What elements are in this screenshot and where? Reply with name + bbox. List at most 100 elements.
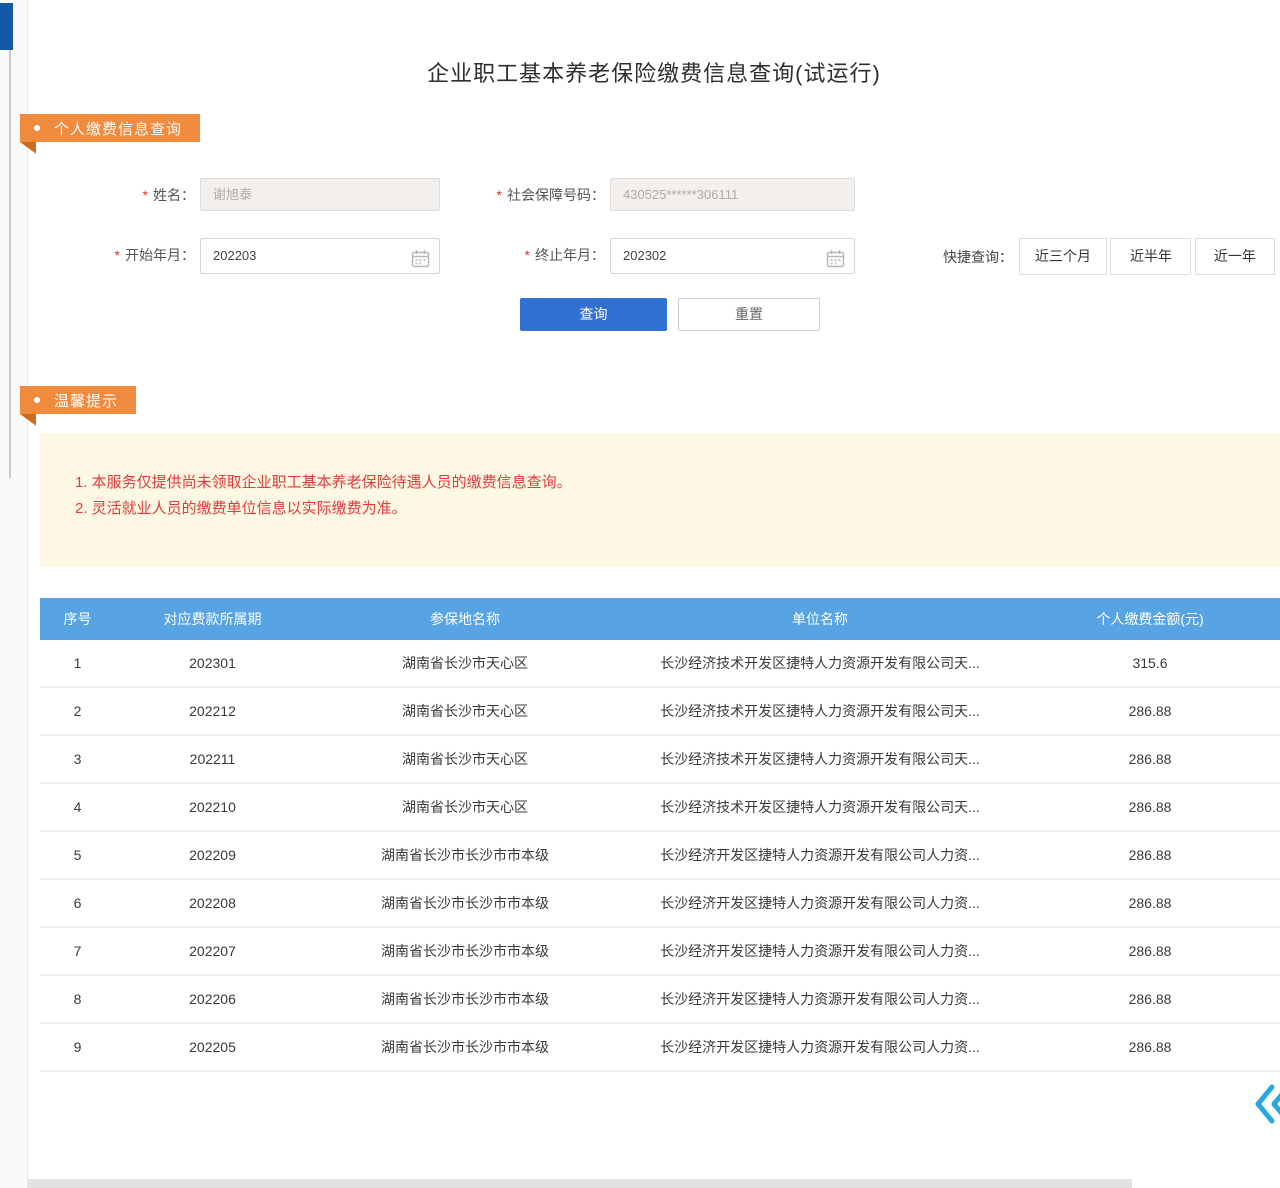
table-cell: 湖南省长沙市长沙市市本级 — [310, 845, 620, 865]
name-label: * 姓名： — [60, 186, 195, 204]
table-cell: 长沙经济开发区捷特人力资源开发有限公司人力资... — [620, 989, 1020, 1009]
reset-button[interactable]: 重置 — [678, 298, 820, 331]
start-month-label: * 开始年月： — [60, 246, 195, 264]
table-cell: 202209 — [115, 847, 310, 863]
section-badge-tips: 温馨提示 — [20, 386, 136, 427]
table-cell: 286.88 — [1020, 751, 1280, 767]
table-cell: 9 — [40, 1039, 115, 1055]
table-cell: 202207 — [115, 943, 310, 959]
table-header-cell: 个人缴费金额(元) — [1020, 609, 1280, 629]
bottom-bar — [28, 1179, 1132, 1188]
section-badge-query-label: 个人缴费信息查询 — [54, 118, 182, 139]
table-cell: 长沙经济开发区捷特人力资源开发有限公司人力资... — [620, 893, 1020, 913]
table-cell: 286.88 — [1020, 703, 1280, 719]
table-cell: 湖南省长沙市长沙市市本级 — [310, 893, 620, 913]
table-cell: 286.88 — [1020, 895, 1280, 911]
table-cell: 长沙经济技术开发区捷特人力资源开发有限公司天... — [620, 653, 1020, 673]
table-cell: 202211 — [115, 751, 310, 767]
bullet-icon — [34, 125, 40, 131]
name-field[interactable]: 谢旭泰 — [200, 178, 440, 211]
page-title: 企业职工基本养老保险缴费信息查询(试运行) — [28, 56, 1280, 88]
quick-query-halfyear-button[interactable]: 近半年 — [1110, 238, 1191, 275]
table-row: 4202210湖南省长沙市天心区长沙经济技术开发区捷特人力资源开发有限公司天..… — [40, 784, 1280, 832]
notice-line-1: 1. 本服务仅提供尚未领取企业职工基本养老保险待遇人员的缴费信息查询。 — [75, 470, 1280, 496]
table-cell: 202301 — [115, 655, 310, 671]
table-cell: 湖南省长沙市天心区 — [310, 797, 620, 817]
table-cell: 湖南省长沙市天心区 — [310, 701, 620, 721]
table-cell: 长沙经济开发区捷特人力资源开发有限公司人力资... — [620, 941, 1020, 961]
ssn-field[interactable]: 430525******306111 — [610, 178, 855, 211]
badge-fold-decoration — [20, 414, 36, 427]
table-header-cell: 对应费款所属期 — [115, 609, 310, 629]
table-cell: 202212 — [115, 703, 310, 719]
table-cell: 7 — [40, 943, 115, 959]
calendar-icon[interactable] — [411, 247, 430, 281]
table-cell: 202205 — [115, 1039, 310, 1055]
table-cell: 202210 — [115, 799, 310, 815]
section-badge-tips-label: 温馨提示 — [54, 390, 118, 411]
table-cell: 2 — [40, 703, 115, 719]
query-button[interactable]: 查询 — [520, 298, 667, 331]
bullet-icon — [34, 397, 40, 403]
sidebar-divider-line — [9, 50, 11, 478]
quick-query-group: 近三个月 近半年 近一年 — [1020, 238, 1275, 275]
table-body: 1202301湖南省长沙市天心区长沙经济技术开发区捷特人力资源开发有限公司天..… — [40, 640, 1280, 1072]
table-cell: 286.88 — [1020, 799, 1280, 815]
table-cell: 8 — [40, 991, 115, 1007]
table-cell: 1 — [40, 655, 115, 671]
quick-query-1year-button[interactable]: 近一年 — [1195, 238, 1275, 275]
table-row: 7202207湖南省长沙市长沙市市本级长沙经济开发区捷特人力资源开发有限公司人力… — [40, 928, 1280, 976]
sidebar-blue-block — [0, 3, 13, 50]
table-cell: 315.6 — [1020, 655, 1280, 671]
table-row: 2202212湖南省长沙市天心区长沙经济技术开发区捷特人力资源开发有限公司天..… — [40, 688, 1280, 736]
double-chevron-left-icon[interactable] — [1253, 1082, 1280, 1126]
section-badge-query: 个人缴费信息查询 — [20, 114, 200, 155]
table-cell: 286.88 — [1020, 943, 1280, 959]
table-row: 3202211湖南省长沙市天心区长沙经济技术开发区捷特人力资源开发有限公司天..… — [40, 736, 1280, 784]
table-cell: 202206 — [115, 991, 310, 1007]
required-asterisk: * — [115, 247, 120, 263]
notice-box: 1. 本服务仅提供尚未领取企业职工基本养老保险待遇人员的缴费信息查询。 2. 灵… — [40, 433, 1280, 567]
table-cell: 长沙经济开发区捷特人力资源开发有限公司人力资... — [620, 845, 1020, 865]
table-cell: 4 — [40, 799, 115, 815]
table-cell: 长沙经济开发区捷特人力资源开发有限公司人力资... — [620, 1037, 1020, 1057]
table-row: 6202208湖南省长沙市长沙市市本级长沙经济开发区捷特人力资源开发有限公司人力… — [40, 880, 1280, 928]
table-row: 5202209湖南省长沙市长沙市市本级长沙经济开发区捷特人力资源开发有限公司人力… — [40, 832, 1280, 880]
table-cell: 202208 — [115, 895, 310, 911]
notice-line-2: 2. 灵活就业人员的缴费单位信息以实际缴费为准。 — [75, 496, 1280, 522]
table-header-cell: 序号 — [40, 609, 115, 629]
end-month-field[interactable]: 202302 — [610, 238, 855, 274]
left-rail — [0, 0, 28, 1188]
required-asterisk: * — [143, 187, 148, 203]
table-cell: 长沙经济技术开发区捷特人力资源开发有限公司天... — [620, 701, 1020, 721]
table-cell: 5 — [40, 847, 115, 863]
start-month-field[interactable]: 202203 — [200, 238, 440, 274]
table-header-row: 序号对应费款所属期参保地名称单位名称个人缴费金额(元) — [40, 598, 1280, 640]
table-cell: 湖南省长沙市天心区 — [310, 653, 620, 673]
required-asterisk: * — [525, 247, 530, 263]
end-month-label: * 终止年月： — [440, 246, 605, 264]
table-cell: 286.88 — [1020, 991, 1280, 1007]
table-cell: 长沙经济技术开发区捷特人力资源开发有限公司天... — [620, 797, 1020, 817]
table-cell: 286.88 — [1020, 847, 1280, 863]
table-cell: 湖南省长沙市天心区 — [310, 749, 620, 769]
results-table: 序号对应费款所属期参保地名称单位名称个人缴费金额(元) 1202301湖南省长沙… — [40, 598, 1280, 1072]
table-cell: 286.88 — [1020, 1039, 1280, 1055]
table-row: 9202205湖南省长沙市长沙市市本级长沙经济开发区捷特人力资源开发有限公司人力… — [40, 1024, 1280, 1072]
required-asterisk: * — [497, 187, 502, 203]
table-cell: 3 — [40, 751, 115, 767]
calendar-icon[interactable] — [826, 247, 845, 281]
table-row: 1202301湖南省长沙市天心区长沙经济技术开发区捷特人力资源开发有限公司天..… — [40, 640, 1280, 688]
table-row: 8202206湖南省长沙市长沙市市本级长沙经济开发区捷特人力资源开发有限公司人力… — [40, 976, 1280, 1024]
table-cell: 6 — [40, 895, 115, 911]
badge-fold-decoration — [20, 142, 36, 155]
quick-query-label: 快捷查询： — [918, 247, 1013, 267]
table-cell: 湖南省长沙市长沙市市本级 — [310, 941, 620, 961]
table-cell: 长沙经济技术开发区捷特人力资源开发有限公司天... — [620, 749, 1020, 769]
table-cell: 湖南省长沙市长沙市市本级 — [310, 989, 620, 1009]
quick-query-3months-button[interactable]: 近三个月 — [1019, 238, 1107, 275]
table-cell: 湖南省长沙市长沙市市本级 — [310, 1037, 620, 1057]
table-header-cell: 单位名称 — [620, 609, 1020, 629]
table-header-cell: 参保地名称 — [310, 609, 620, 629]
ssn-label: * 社会保障号码： — [440, 186, 605, 204]
